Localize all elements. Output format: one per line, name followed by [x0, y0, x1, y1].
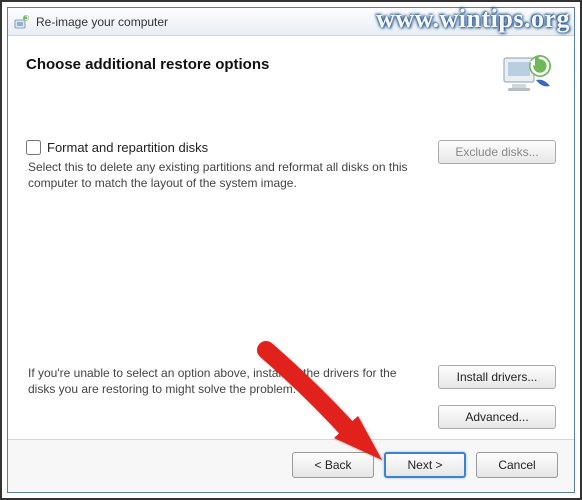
- content-area: Choose additional restore options: [8, 36, 574, 439]
- format-checkbox[interactable]: [26, 140, 41, 155]
- wizard-footer: < Back Next > Cancel: [8, 439, 574, 492]
- window-title: Re-image your computer: [36, 15, 168, 29]
- cancel-button[interactable]: Cancel: [476, 452, 558, 478]
- header-row: Choose additional restore options: [26, 50, 556, 100]
- back-button[interactable]: < Back: [292, 452, 374, 478]
- format-description: Select this to delete any existing parti…: [26, 159, 424, 191]
- reimage-icon: [14, 14, 30, 30]
- exclude-disks-button: Exclude disks...: [438, 140, 556, 164]
- titlebar: Re-image your computer: [8, 8, 574, 36]
- page-heading: Choose additional restore options: [26, 56, 269, 73]
- format-checkbox-label: Format and repartition disks: [47, 140, 208, 155]
- format-checkbox-row[interactable]: Format and repartition disks: [26, 140, 424, 155]
- restore-computer-icon: [500, 50, 556, 100]
- screenshot-frame: Re-image your computer Choose additional…: [0, 0, 582, 500]
- drivers-section: If you're unable to select an option abo…: [26, 365, 556, 429]
- format-section: Format and repartition disks Select this…: [26, 140, 556, 191]
- advanced-button[interactable]: Advanced...: [438, 405, 556, 429]
- wizard-window: Re-image your computer Choose additional…: [7, 7, 575, 493]
- next-button[interactable]: Next >: [384, 452, 466, 478]
- drivers-description: If you're unable to select an option abo…: [26, 365, 424, 397]
- install-drivers-button[interactable]: Install drivers...: [438, 365, 556, 389]
